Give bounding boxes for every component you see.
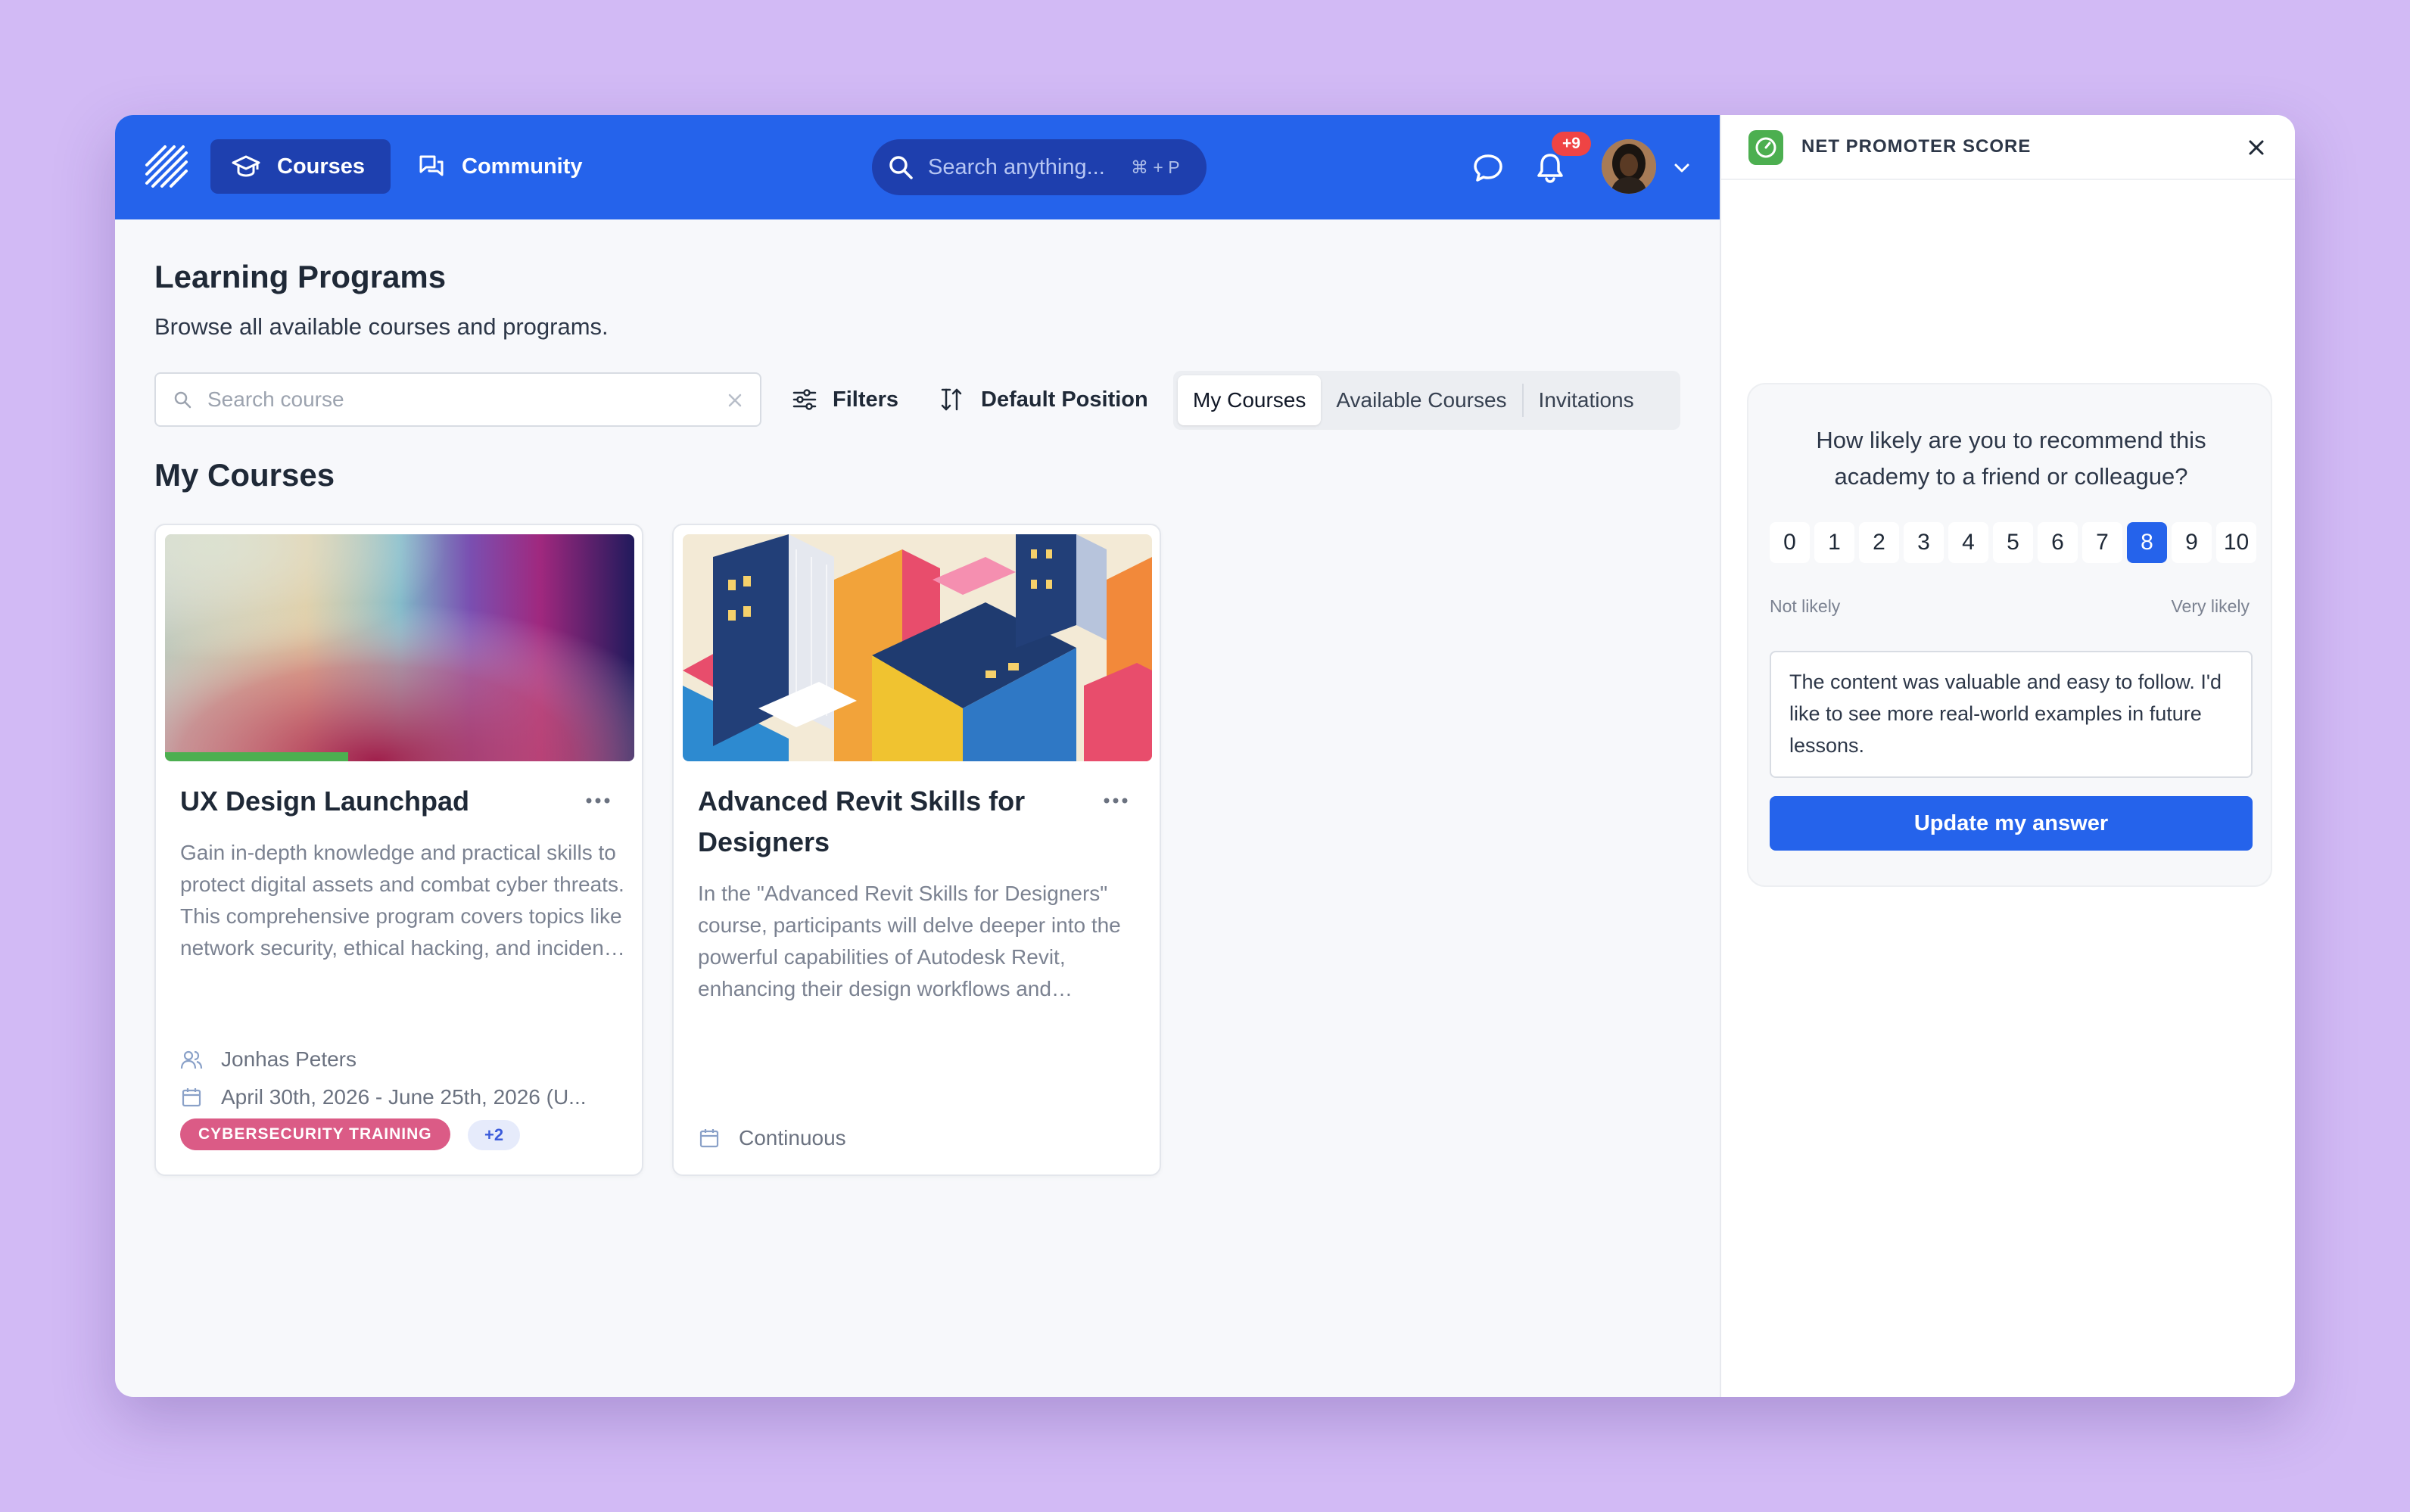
chat-bubbles-icon [419,155,444,176]
global-search-input[interactable] [928,154,1117,180]
panel-header: NET PROMOTER SCORE [1721,115,2295,180]
chevron-down-icon[interactable] [1671,157,1692,179]
course-dates: April 30th, 2026 - June 25th, 2026 (U... [180,1085,627,1109]
course-card[interactable]: UX Design Launchpad Gain in-depth knowle… [154,524,643,1176]
course-schedule: Continuous [698,1126,1144,1150]
close-icon[interactable] [2243,135,2269,160]
instructor-name: Jonhas Peters [221,1047,357,1071]
user-avatar[interactable] [1602,139,1656,194]
course-title[interactable]: Advanced Revit Skills for Designers [698,781,1069,863]
scale-low-label: Not likely [1770,596,1841,616]
nps-score-8[interactable]: 8 [2127,522,2167,563]
nps-survey-card: How likely are you to recommend this aca… [1747,383,2272,887]
more-options-icon[interactable] [1099,787,1132,814]
more-options-icon[interactable] [581,787,615,814]
top-navigation-bar: Courses Community ⌘ + P +9 [115,115,1720,219]
nps-score-1[interactable]: 1 [1814,522,1854,563]
search-icon [889,156,913,179]
calendar-icon [182,1088,201,1107]
section-title: My Courses [154,457,335,493]
more-tags-badge[interactable]: +2 [468,1120,521,1150]
sort-button[interactable]: Default Position [940,372,1148,427]
filters-label: Filters [833,387,899,412]
nps-score-7[interactable]: 7 [2082,522,2122,563]
nav-courses[interactable]: Courses [210,139,391,194]
course-thumbnail [165,534,634,761]
course-title[interactable]: UX Design Launchpad [180,781,551,822]
clear-icon[interactable] [727,392,743,409]
sliders-icon [792,389,817,410]
global-search[interactable]: ⌘ + P [872,139,1207,195]
course-search[interactable] [154,372,761,427]
tab-my-courses[interactable]: My Courses [1178,375,1322,425]
search-icon [174,391,191,409]
feedback-textarea[interactable] [1770,651,2253,778]
course-tabs: My Courses Available Courses Invitations [1173,371,1680,430]
nav-community[interactable]: Community [418,139,583,194]
sort-label: Default Position [981,387,1148,412]
nps-score-0[interactable]: 0 [1770,522,1810,563]
course-instructor: Jonhas Peters [180,1047,627,1072]
course-description: In the "Advanced Revit Skills for Design… [698,882,1121,1000]
page-subtitle: Browse all available courses and program… [154,313,609,340]
nav-courses-label: Courses [277,154,366,179]
course-date-range: April 30th, 2026 - June 25th, 2026 (U... [221,1085,587,1109]
nps-score-4[interactable]: 4 [1948,522,1988,563]
users-icon [180,1050,203,1069]
nps-scale: 0 1 2 3 4 5 6 7 8 9 10 [1770,522,2256,563]
course-description: Gain in-depth knowledge and practical sk… [180,841,624,960]
tab-available-courses[interactable]: Available Courses [1321,375,1521,425]
nav-community-label: Community [462,154,583,179]
nps-score-2[interactable]: 2 [1859,522,1899,563]
nps-score-3[interactable]: 3 [1904,522,1944,563]
nps-panel: NET PROMOTER SCORE How likely are you to… [1720,115,2295,1397]
filters-button[interactable]: Filters [792,372,898,427]
course-card[interactable]: Advanced Revit Skills for Designers In t… [672,524,1161,1176]
scale-high-label: Very likely [2171,596,2250,616]
course-progress-bar [165,752,634,761]
nps-question: How likely are you to recommend this aca… [1816,427,2206,490]
sort-icon [941,388,962,411]
nps-score-6[interactable]: 6 [2038,522,2078,563]
nps-score-9[interactable]: 9 [2172,522,2212,563]
graduation-cap-icon [232,155,260,177]
course-search-input[interactable] [207,387,707,412]
bell-icon[interactable] [1533,151,1567,185]
app-window: Courses Community ⌘ + P +9 [115,115,2295,1397]
update-answer-button[interactable]: Update my answer [1770,796,2253,851]
nps-score-5[interactable]: 5 [1993,522,2033,563]
notification-badge: +9 [1552,132,1591,156]
course-thumbnail [683,534,1152,761]
gauge-icon [1748,130,1783,165]
course-schedule-text: Continuous [739,1126,846,1150]
calendar-icon [699,1129,719,1148]
tab-invitations[interactable]: Invitations [1524,375,1649,425]
search-shortcut: ⌘ + P [1131,157,1180,177]
course-progress-fill [165,752,348,761]
course-category-tag: CYBERSECURITY TRAINING [180,1118,450,1150]
messages-icon[interactable] [1471,151,1505,185]
brand-logo-icon[interactable] [144,144,189,189]
page-title: Learning Programs [154,259,447,294]
nps-score-10[interactable]: 10 [2216,522,2256,563]
panel-title: NET PROMOTER SCORE [1801,136,2032,157]
